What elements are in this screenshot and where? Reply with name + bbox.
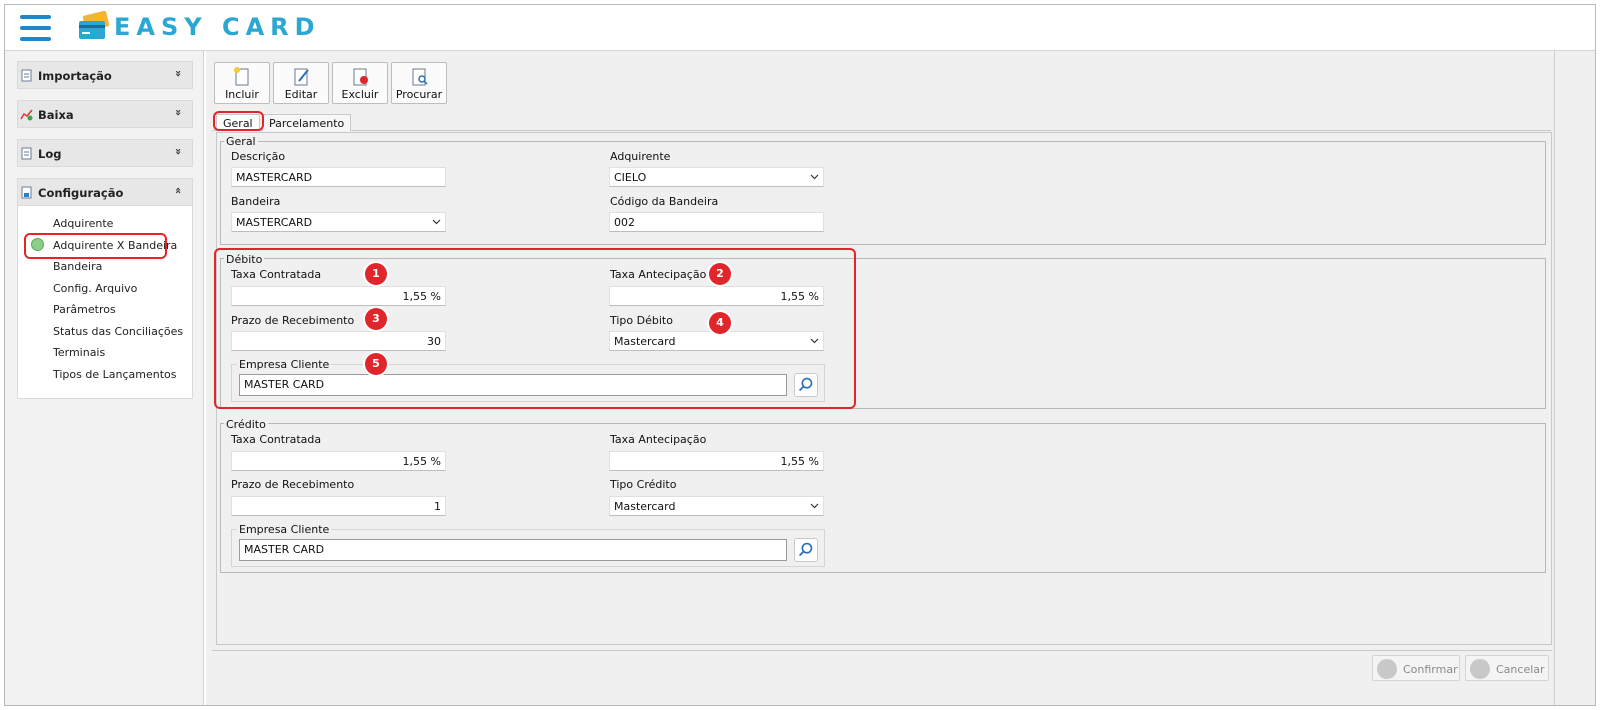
credito-empresa-label: Empresa Cliente [237,523,332,536]
tipo-credito-value: Mastercard [614,500,676,513]
sidebar-section-label: Importação [38,69,112,83]
incluir-button[interactable]: Incluir [214,62,270,104]
codigo-bandeira-input[interactable]: 002 [609,212,824,232]
group-geral-title: Geral [224,135,258,148]
magnifier-icon [798,542,813,557]
tipo-credito-label: Tipo Crédito [610,478,677,491]
annotation-badge-2: 2 [709,263,731,285]
sidebar-section-label: Baixa [38,108,74,122]
credito-taxa-antecipacao-label: Taxa Antecipação [610,433,707,446]
procurar-label: Procurar [395,88,443,101]
credito-taxa-contratada-label: Taxa Contratada [231,433,322,446]
chevron-down-icon [432,219,441,225]
chevron-double-up-icon: « [171,186,185,195]
chevron-down-icon [810,503,819,509]
group-credito-title: Crédito [224,418,268,431]
sidebar-section-log[interactable]: Log » [17,139,193,167]
bandeira-value: MASTERCARD [236,216,313,229]
editar-label: Editar [284,88,318,101]
chevron-double-down-icon: » [171,147,185,156]
footer-divider [212,650,1552,651]
incluir-label: Incluir [225,88,259,101]
bandeira-label: Bandeira [231,195,281,208]
settings-document-icon [21,186,32,199]
descricao-label: Descrição [231,150,286,163]
adquirente-select[interactable]: CIELO [609,167,824,187]
editar-button[interactable]: Editar [273,62,329,104]
selected-item-highlight [24,233,167,259]
app-logo-text: EASY CARD [114,13,321,41]
chevron-double-down-icon: » [171,108,185,117]
sidebar-item-tipos-lancamentos[interactable]: Tipos de Lançamentos [53,368,176,381]
annotation-badge-1: 1 [365,263,387,285]
annotation-badge-3: 3 [365,308,387,330]
tab-highlight [213,111,264,131]
credito-empresa-input[interactable]: MASTER CARD [239,539,787,561]
chevron-down-icon [810,174,819,180]
hamburger-menu-icon[interactable] [20,15,51,41]
tipo-credito-select[interactable]: Mastercard [609,496,824,516]
credit-card-icon [79,11,110,39]
confirmar-button[interactable]: Confirmar [1372,655,1460,681]
sidebar-section-importacao[interactable]: Importação » [17,61,193,89]
sidebar-item-status-conciliacoes[interactable]: Status das Conciliações [53,325,183,338]
sidebar-item-terminais[interactable]: Terminais [53,346,105,359]
sidebar-section-label: Log [38,147,62,161]
credito-prazo-input[interactable]: 1 [231,496,446,516]
tabs-baseline [212,130,1551,131]
descricao-input[interactable]: MASTERCARD [231,167,446,187]
delete-document-icon [353,68,368,86]
confirmar-label: Confirmar [1403,663,1458,676]
chart-icon [20,109,33,121]
adquirente-value: CIELO [614,171,647,184]
bandeira-select[interactable]: MASTERCARD [231,212,446,232]
cancelar-button[interactable]: Cancelar [1465,655,1549,681]
sidebar-section-configuracao[interactable]: Configuração « [17,178,193,206]
sidebar-section-baixa[interactable]: Baixa » [17,100,193,128]
sidebar-section-label: Configuração [38,186,124,200]
adquirente-label: Adquirente [610,150,671,163]
credito-prazo-label: Prazo de Recebimento [231,478,355,491]
document-icon [21,147,32,160]
excluir-label: Excluir [341,88,379,101]
sidebar-item-config-arquivo[interactable]: Config. Arquivo [53,282,137,295]
credito-taxa-contratada-input[interactable]: 1,55 % [231,451,446,471]
excluir-button[interactable]: Excluir [332,62,388,104]
annotation-badge-4: 4 [709,312,731,334]
procurar-button[interactable]: Procurar [391,62,447,104]
right-border [1554,51,1555,705]
credito-empresa-search-button[interactable] [794,538,818,562]
new-document-icon [234,67,249,86]
sidebar-item-adquirente[interactable]: Adquirente [53,217,113,230]
codigo-bandeira-label: Código da Bandeira [610,195,719,208]
cancelar-label: Cancelar [1496,663,1545,676]
chevron-double-down-icon: » [171,69,185,78]
close-circle-icon [1470,659,1490,679]
tab-parcelamento[interactable]: Parcelamento [262,114,352,131]
check-circle-icon [1377,659,1397,679]
credito-taxa-antecipacao-input[interactable]: 1,55 % [609,451,824,471]
search-document-icon [412,68,428,86]
sidebar-item-bandeira[interactable]: Bandeira [53,260,102,273]
annotation-badge-5: 5 [365,353,387,375]
sidebar-item-parametros[interactable]: Parâmetros [53,303,116,316]
debito-highlight-box [214,248,856,409]
document-icon [21,69,32,82]
edit-document-icon [294,68,309,86]
